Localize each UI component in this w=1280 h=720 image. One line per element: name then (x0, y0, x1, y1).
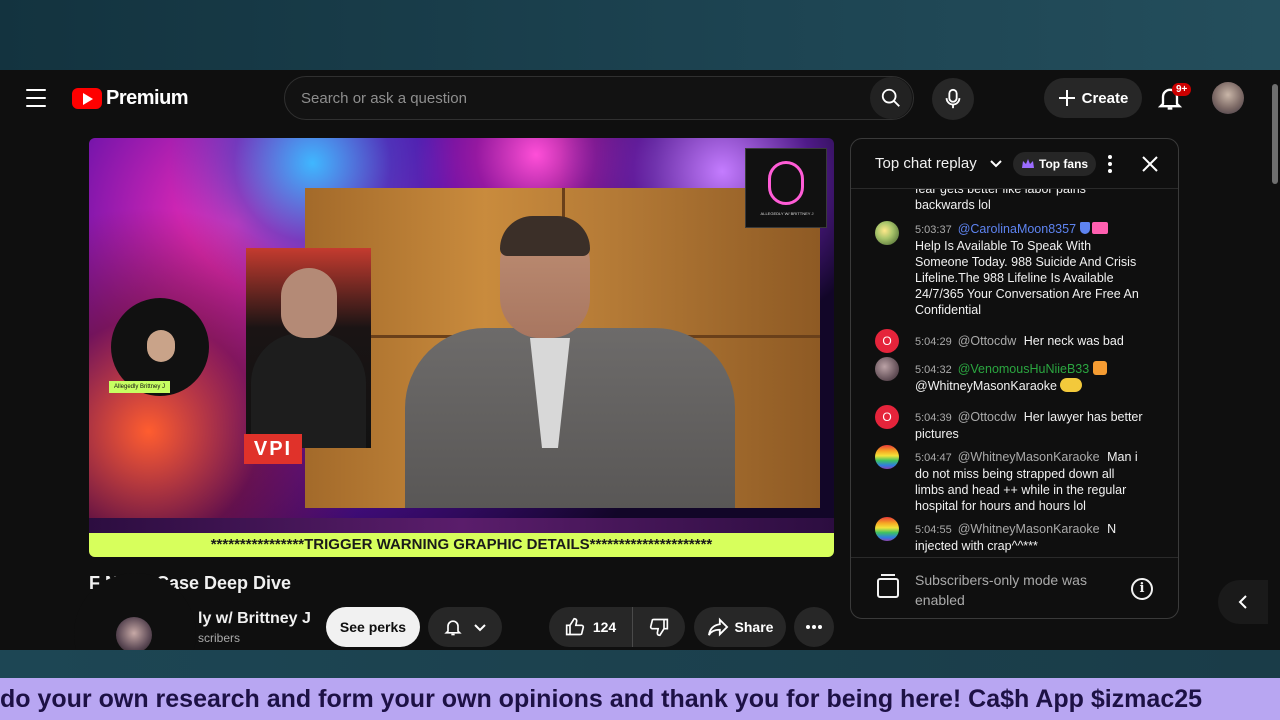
video-lower-strip (89, 518, 834, 533)
streamer-overlay-avatar (116, 617, 152, 650)
chat-message: O 5:04:29 @Ottocdw Her neck was bad (875, 329, 1145, 353)
host-circle-label: Allegedly Brittney J (109, 381, 171, 393)
chat-message: 5:04:55 @WhitneyMasonKaraoke N injected w… (875, 517, 1145, 554)
see-perks-button[interactable]: See perks (326, 607, 420, 647)
top-fans-chip[interactable]: Top fans (1013, 152, 1097, 176)
search-bar (284, 76, 914, 120)
message-text: @WhitneyMasonKaraoke (915, 379, 1057, 393)
subscriptions-icon (877, 574, 899, 598)
search-button[interactable] (870, 77, 912, 119)
message-author[interactable]: @CarolinaMoon8357 (958, 222, 1076, 236)
member-badge-icon (1093, 361, 1108, 375)
menu-icon[interactable] (22, 86, 50, 110)
chat-footer: Subscribers-only mode was enabled i (851, 557, 1178, 618)
courtroom-feed (305, 188, 820, 508)
voice-search-button[interactable] (932, 78, 974, 120)
heart-emoji-icon (1060, 378, 1083, 392)
message-text: fear gets better like labor pains backwa… (915, 189, 1086, 212)
user-avatar (875, 221, 899, 245)
logo-text: Premium (106, 87, 189, 109)
thumbs-down-icon (649, 618, 669, 637)
trigger-warning-banner: ****************TRIGGER WARNING GRAPHIC … (89, 533, 834, 557)
message-timestamp: 5:04:55 (915, 524, 952, 536)
message-timestamp: 5:04:47 (915, 452, 952, 464)
notification-settings-button[interactable] (428, 607, 502, 647)
thumbs-up-icon (565, 617, 584, 636)
chat-message: O 5:04:39 @Ottocdw Her lawyer has better … (875, 405, 1145, 442)
chat-message: 5:04:32 @VenomousHuNiieB33 @WhitneyMasonK… (875, 357, 1145, 394)
message-author[interactable]: @Ottocdw (958, 410, 1017, 424)
user-avatar: O (875, 329, 899, 353)
share-button[interactable]: Share (694, 607, 786, 647)
message-author[interactable]: @VenomousHuNiieB33 (958, 362, 1090, 376)
user-avatar (875, 445, 899, 469)
chevron-left-icon (1238, 595, 1247, 609)
side-panel-toggle[interactable] (1218, 580, 1268, 624)
like-count: 124 (592, 619, 617, 635)
chat-menu-icon[interactable] (1105, 153, 1115, 175)
like-dislike-group: 124 (549, 607, 685, 647)
plus-icon (1058, 90, 1075, 106)
message-author[interactable]: @WhitneyMasonKaraoke (958, 522, 1100, 536)
top-fans-label: Top fans (1039, 157, 1089, 171)
stream-bottom-band (0, 650, 1280, 678)
microphone-icon (945, 88, 961, 109)
info-icon[interactable]: i (1131, 578, 1153, 600)
crown-icon (1022, 159, 1034, 168)
chat-header: Top chat replay Top fans (851, 139, 1178, 189)
moderator-shield-icon (1080, 222, 1091, 234)
bell-icon (444, 620, 462, 636)
chat-message: fear gets better like labor pains backwa… (875, 189, 1145, 213)
share-icon (707, 617, 728, 637)
message-timestamp: 5:04:39 (915, 412, 952, 424)
chevron-down-icon[interactable] (989, 157, 1003, 171)
message-text: Help Is Available To Speak With Someone … (915, 239, 1139, 317)
vpi-tag: VPI (244, 434, 302, 464)
stream-ticker: do your own research and form your own o… (0, 678, 1280, 720)
youtube-window: Premium Create 9+ Allegedly Brittney J V… (0, 70, 1280, 650)
user-avatar (875, 357, 899, 381)
user-avatar (875, 517, 899, 541)
mic-logo-text: ALLEGEDLY W/ BRITTNEY J (760, 211, 814, 216)
page-scrollbar[interactable] (1270, 70, 1280, 650)
share-label: Share (734, 619, 774, 635)
user-avatar: O (875, 405, 899, 429)
chat-messages: fear gets better like labor pains backwa… (851, 189, 1178, 557)
youtube-logo[interactable]: Premium (72, 87, 189, 110)
create-label: Create (1081, 89, 1129, 107)
subscribers-only-notice: Subscribers-only mode was enabled (915, 572, 1087, 608)
account-avatar[interactable] (1212, 82, 1244, 114)
subscriber-count: scribers (198, 631, 241, 645)
create-button[interactable]: Create (1044, 78, 1142, 118)
youtube-play-icon (72, 88, 102, 109)
video-player[interactable]: Allegedly Brittney J VPI ALLEGEDLY W/ BR… (89, 138, 834, 557)
message-author[interactable]: @WhitneyMasonKaraoke (958, 450, 1100, 464)
search-input[interactable] (285, 77, 870, 119)
message-timestamp: 5:03:37 (915, 224, 952, 236)
close-icon[interactable] (1139, 153, 1161, 175)
message-timestamp: 5:04:29 (915, 336, 952, 348)
message-text: Her neck was bad (1023, 334, 1124, 348)
more-horizontal-icon (806, 625, 822, 629)
guest-camera (246, 248, 371, 448)
channel-name[interactable]: ly w/ Brittney J (198, 610, 311, 628)
search-icon (881, 88, 900, 107)
member-badge-icon (1092, 222, 1109, 234)
chat-message: 5:04:47 @WhitneyMasonKaraoke Man i do not… (875, 445, 1145, 514)
message-timestamp: 5:04:32 (915, 364, 952, 376)
podcast-mic-logo: ALLEGEDLY W/ BRITTNEY J (745, 148, 827, 228)
live-chat-panel: Top chat replay Top fans fear gets bette… (850, 138, 1179, 619)
like-button[interactable]: 124 (549, 607, 633, 647)
chat-message: 5:03:37 @CarolinaMoon8357 Help Is Availab… (875, 221, 1145, 318)
dislike-button[interactable] (633, 617, 685, 637)
notification-badge: 9+ (1172, 83, 1192, 96)
more-actions-button[interactable] (794, 607, 834, 647)
message-author[interactable]: @Ottocdw (958, 334, 1017, 348)
chevron-down-icon (474, 624, 486, 632)
chat-mode-title[interactable]: Top chat replay (875, 155, 977, 172)
stream-top-band (0, 0, 1280, 70)
see-perks-label: See perks (339, 619, 407, 635)
